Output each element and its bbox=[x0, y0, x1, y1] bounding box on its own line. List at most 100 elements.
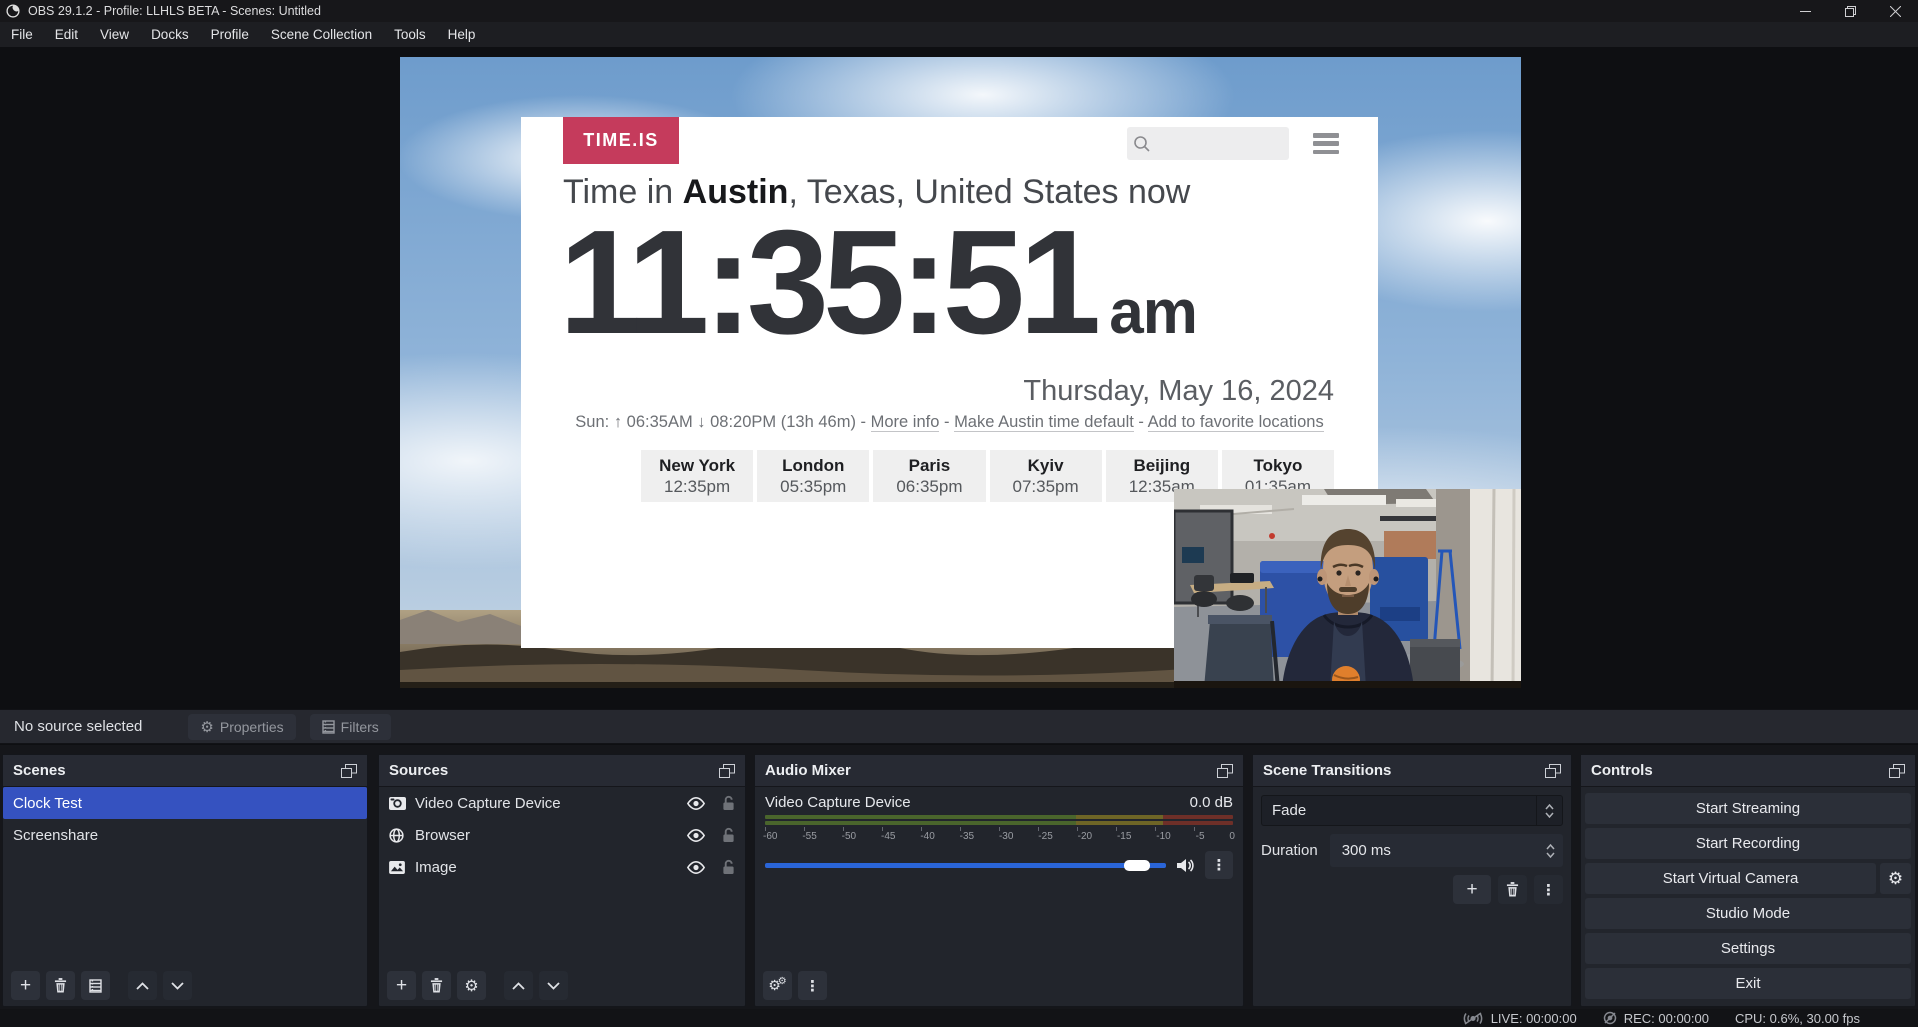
hamburger-menu-icon[interactable] bbox=[1313, 133, 1339, 154]
scene-filters-button[interactable] bbox=[81, 971, 110, 1000]
dock-popout-icon[interactable] bbox=[341, 764, 357, 778]
webcam-overlay[interactable] bbox=[1174, 489, 1521, 688]
remove-source-button[interactable] bbox=[422, 971, 451, 1000]
more-info-link[interactable]: More info bbox=[871, 413, 940, 432]
mixer-channel-name: Video Capture Device bbox=[765, 794, 911, 811]
audio-mixer-panel: Audio Mixer Video Capture Device 0.0 dB … bbox=[754, 754, 1244, 1007]
add-scene-button[interactable]: + bbox=[11, 971, 40, 1000]
menu-profile[interactable]: Profile bbox=[200, 23, 260, 46]
speaker-icon[interactable] bbox=[1176, 858, 1195, 873]
move-scene-up-button[interactable] bbox=[128, 971, 157, 1000]
advanced-audio-gears-button[interactable]: ⚙⚙ bbox=[763, 971, 792, 1000]
restore-button[interactable] bbox=[1828, 0, 1873, 22]
remove-scene-button[interactable] bbox=[46, 971, 75, 1000]
source-item-video-capture[interactable]: Video Capture Device bbox=[379, 787, 745, 819]
visibility-eye-icon[interactable] bbox=[686, 797, 706, 810]
dock-popout-icon[interactable] bbox=[719, 764, 735, 778]
search-input[interactable] bbox=[1127, 127, 1289, 160]
start-recording-button[interactable]: Start Recording bbox=[1585, 828, 1911, 859]
move-scene-down-button[interactable] bbox=[163, 971, 192, 1000]
image-icon bbox=[389, 861, 415, 874]
source-properties-gear-button[interactable]: ⚙ bbox=[457, 971, 486, 1000]
visibility-eye-icon[interactable] bbox=[686, 861, 706, 874]
lock-icon[interactable] bbox=[722, 827, 735, 843]
mixer-menu-dots-button[interactable]: ⋮ bbox=[798, 971, 827, 1000]
city-box-new-york[interactable]: New York12:35pm bbox=[641, 450, 753, 502]
clock-ampm: am bbox=[1109, 277, 1197, 348]
city-box-kyiv[interactable]: Kyiv07:35pm bbox=[990, 450, 1102, 502]
minimize-button[interactable] bbox=[1783, 0, 1828, 22]
menu-file[interactable]: File bbox=[0, 23, 44, 46]
record-inactive-icon bbox=[1603, 1011, 1617, 1025]
visibility-eye-icon[interactable] bbox=[686, 829, 706, 842]
move-source-up-button[interactable] bbox=[504, 971, 533, 1000]
volume-meter bbox=[765, 815, 1233, 819]
cpu-fps-stats: CPU: 0.6%, 30.00 fps bbox=[1735, 1011, 1860, 1026]
start-streaming-button[interactable]: Start Streaming bbox=[1585, 793, 1911, 824]
remove-transition-button[interactable] bbox=[1498, 875, 1527, 904]
source-item-image[interactable]: Image bbox=[379, 851, 745, 883]
dock-popout-icon[interactable] bbox=[1545, 764, 1561, 778]
scene-item-screenshare[interactable]: Screenshare bbox=[3, 819, 367, 851]
source-status-text: No source selected bbox=[14, 718, 142, 735]
globe-icon bbox=[389, 828, 415, 843]
source-toolbar: No source selected ⚙ Properties Filters bbox=[0, 709, 1918, 744]
live-time: LIVE: 00:00:00 bbox=[1491, 1011, 1577, 1026]
scenes-panel: Scenes Clock Test Screenshare + bbox=[2, 754, 368, 1007]
lock-icon[interactable] bbox=[722, 859, 735, 875]
sun-info-line: Sun: ↑ 06:35AM ↓ 08:20PM (13h 46m) - Mor… bbox=[521, 413, 1378, 432]
exit-button[interactable]: Exit bbox=[1585, 968, 1911, 999]
virtual-camera-settings-button[interactable]: ⚙ bbox=[1880, 863, 1911, 894]
menu-view[interactable]: View bbox=[89, 23, 140, 46]
status-bar: LIVE: 00:00:00 REC: 00:00:00 CPU: 0.6%, … bbox=[0, 1009, 1918, 1027]
duration-input[interactable]: 300 ms bbox=[1330, 834, 1563, 867]
transition-select[interactable]: Fade bbox=[1261, 795, 1563, 826]
source-item-browser[interactable]: Browser bbox=[379, 819, 745, 851]
filter-icon bbox=[322, 720, 335, 734]
menu-help[interactable]: Help bbox=[437, 23, 487, 46]
close-button[interactable] bbox=[1873, 0, 1918, 22]
filters-button[interactable]: Filters bbox=[310, 714, 391, 740]
menu-bar: File Edit View Docks Profile Scene Colle… bbox=[0, 22, 1918, 47]
rec-time: REC: 00:00:00 bbox=[1624, 1011, 1709, 1026]
volume-slider-handle[interactable] bbox=[1124, 860, 1150, 871]
audio-mixer-title: Audio Mixer bbox=[765, 762, 851, 779]
clock-time: 11:35:51 bbox=[559, 209, 1095, 357]
menu-edit[interactable]: Edit bbox=[44, 23, 89, 46]
menu-tools[interactable]: Tools bbox=[383, 23, 437, 46]
lock-icon[interactable] bbox=[722, 795, 735, 811]
stream-inactive-icon bbox=[1462, 1012, 1484, 1025]
gear-icon: ⚙ bbox=[200, 718, 213, 736]
menu-docks[interactable]: Docks bbox=[140, 23, 200, 46]
dock-popout-icon[interactable] bbox=[1889, 764, 1905, 778]
sources-title: Sources bbox=[389, 762, 448, 779]
mixer-options-dots-button[interactable]: ⋮ bbox=[1205, 851, 1233, 879]
volume-slider[interactable] bbox=[765, 863, 1166, 868]
obs-window: OBS 29.1.2 - Profile: LLHLS BETA - Scene… bbox=[0, 0, 1918, 1027]
sun-times: Sun: ↑ 06:35AM ↓ 08:20PM (13h 46m) - bbox=[575, 413, 870, 431]
timeis-logo[interactable]: TIME.IS bbox=[563, 117, 679, 164]
dock-popout-icon[interactable] bbox=[1217, 764, 1233, 778]
city-box-london[interactable]: London05:35pm bbox=[757, 450, 869, 502]
studio-mode-button[interactable]: Studio Mode bbox=[1585, 898, 1911, 929]
preview-canvas[interactable]: TIME.IS Time in Austin, Texas, United St… bbox=[400, 57, 1521, 688]
settings-button[interactable]: Settings bbox=[1585, 933, 1911, 964]
title-bar: OBS 29.1.2 - Profile: LLHLS BETA - Scene… bbox=[0, 0, 1918, 22]
transition-properties-dots-button[interactable]: ⋮ bbox=[1534, 875, 1563, 904]
scene-item-clock-test[interactable]: Clock Test bbox=[3, 787, 367, 819]
menu-scene-collection[interactable]: Scene Collection bbox=[260, 23, 383, 46]
meter-scale: -60-55-50-45-40-35-30-25-20-15-10-50 bbox=[763, 831, 1235, 842]
start-virtual-camera-button[interactable]: Start Virtual Camera bbox=[1585, 863, 1876, 894]
chevron-updown-icon[interactable] bbox=[1536, 796, 1562, 825]
properties-button[interactable]: ⚙ Properties bbox=[188, 714, 295, 740]
current-date: Thursday, May 16, 2024 bbox=[1023, 375, 1334, 408]
move-source-down-button[interactable] bbox=[539, 971, 568, 1000]
spinner-arrows-icon[interactable] bbox=[1537, 834, 1563, 867]
duration-label: Duration bbox=[1261, 842, 1318, 859]
add-transition-button[interactable]: + bbox=[1453, 875, 1491, 904]
make-default-link[interactable]: Make Austin time default bbox=[954, 413, 1134, 432]
city-box-paris[interactable]: Paris06:35pm bbox=[873, 450, 985, 502]
add-source-button[interactable]: + bbox=[387, 971, 416, 1000]
favorite-locations-link[interactable]: Add to favorite locations bbox=[1148, 413, 1324, 432]
digital-clock: 11:35:51 am bbox=[559, 209, 1197, 357]
